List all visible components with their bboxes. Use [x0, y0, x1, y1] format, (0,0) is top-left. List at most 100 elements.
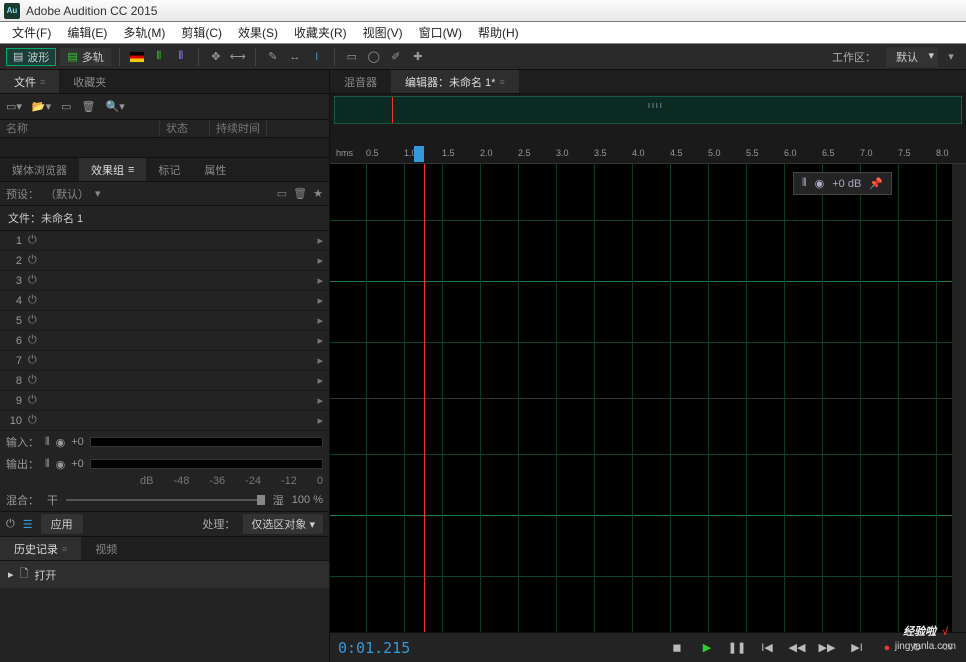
power-icon[interactable]: ⏻ [28, 314, 37, 327]
col-duration[interactable]: 持续时间 [210, 120, 267, 137]
history-item[interactable]: ▸ 🗋 打开 [0, 561, 329, 588]
pause-button[interactable]: ❚❚ [726, 638, 748, 658]
list-icon[interactable]: ☰ [23, 518, 33, 531]
process-dropdown[interactable]: 仅选区对象 ▾ [243, 514, 323, 534]
multitrack-mode-button[interactable]: ▤ 多轨 [60, 48, 110, 66]
chevron-right-icon[interactable]: ▸ [317, 354, 323, 367]
fx-slot[interactable]: 2⏻▸ [0, 251, 329, 271]
move-tool-icon[interactable]: ✥ [207, 48, 225, 66]
spectral-pitch-icon[interactable]: ⫴ [172, 48, 190, 66]
power-icon[interactable]: ⏻ [28, 234, 37, 247]
tab-editor[interactable]: 编辑器：未命名 1*≡ [391, 70, 519, 93]
chevron-right-icon[interactable]: ▸ [317, 334, 323, 347]
menu-effects[interactable]: 效果(S) [230, 24, 286, 41]
input-value[interactable]: +0 [71, 436, 84, 448]
output-value[interactable]: +0 [71, 458, 84, 470]
skip-selection-button[interactable]: ⤼ [936, 638, 958, 658]
menu-edit[interactable]: 编辑(E) [59, 24, 115, 41]
tab-video[interactable]: 视频 [81, 537, 131, 560]
overview-strip[interactable]: IIII [334, 96, 962, 124]
tab-properties[interactable]: 属性 [192, 158, 238, 181]
power-icon[interactable]: ⏻ [28, 394, 37, 407]
power-icon[interactable]: ⏻ [6, 518, 15, 531]
heal-tool-icon[interactable]: ✚ [409, 48, 427, 66]
tab-media-browser[interactable]: 媒体浏览器 [0, 158, 79, 181]
menu-help[interactable]: 帮助(H) [470, 24, 527, 41]
menu-clip[interactable]: 剪辑(C) [173, 24, 230, 41]
record-button[interactable]: ● [876, 638, 898, 658]
power-icon[interactable]: ⏻ [28, 274, 37, 287]
time-select-icon[interactable]: I [308, 48, 326, 66]
flag-de-icon[interactable] [128, 48, 146, 66]
favorite-icon[interactable]: ★ [313, 187, 323, 200]
record-icon[interactable]: ▭ [61, 100, 71, 113]
power-icon[interactable]: ⏻ [28, 354, 37, 367]
playhead-icon[interactable] [414, 146, 424, 162]
fx-slot[interactable]: 6⏻▸ [0, 331, 329, 351]
marquee-tool-icon[interactable]: ▭ [343, 48, 361, 66]
chevron-right-icon[interactable]: ▸ [317, 394, 323, 407]
fx-slot[interactable]: 10⏻▸ [0, 411, 329, 431]
waveform-display[interactable]: for(let i=0;i<17;i++)document.write('<di… [330, 164, 952, 632]
open-file-icon[interactable]: 📂▾ [32, 100, 51, 113]
slip-tool-icon[interactable]: ↔ [286, 48, 304, 66]
preset-dropdown[interactable]: （默认） [45, 186, 89, 202]
chevron-right-icon[interactable]: ▸ [317, 414, 323, 427]
fx-slot[interactable]: 1⏻▸ [0, 231, 329, 251]
panel-menu-icon[interactable]: ▾ [942, 48, 960, 66]
lasso-tool-icon[interactable]: ◯ [365, 48, 383, 66]
tab-effects-rack[interactable]: 效果组≡ [79, 158, 146, 181]
power-icon[interactable]: ⏻ [28, 374, 37, 387]
delete-preset-icon[interactable]: 🗑 [293, 187, 307, 200]
chevron-right-icon[interactable]: ▸ [317, 254, 323, 267]
col-status[interactable]: 状态 [160, 120, 210, 137]
chevron-right-icon[interactable]: ▸ [317, 274, 323, 287]
play-button[interactable]: ▶ [696, 638, 718, 658]
power-icon[interactable]: ⏻ [28, 334, 37, 347]
menu-multitrack[interactable]: 多轨(M) [115, 24, 173, 41]
brush-tool-icon[interactable]: ✐ [387, 48, 405, 66]
save-preset-icon[interactable]: ▭ [277, 187, 287, 200]
power-icon[interactable]: ⏻ [28, 414, 37, 427]
fx-slot[interactable]: 3⏻▸ [0, 271, 329, 291]
fx-slot[interactable]: 4⏻▸ [0, 291, 329, 311]
fx-slot[interactable]: 5⏻▸ [0, 311, 329, 331]
tab-history[interactable]: 历史记录≡ [0, 537, 81, 560]
chevron-right-icon[interactable]: ▸ [317, 374, 323, 387]
go-start-button[interactable]: I◀ [756, 638, 778, 658]
tab-markers[interactable]: 标记 [146, 158, 192, 181]
tab-files[interactable]: 文件≡ [0, 70, 59, 93]
spectral-freq-icon[interactable]: ⫴ [150, 48, 168, 66]
pin-icon[interactable]: 📌 [869, 177, 883, 190]
mix-value[interactable]: 100 % [292, 494, 323, 506]
fx-slot[interactable]: 9⏻▸ [0, 391, 329, 411]
vertical-scrollbar[interactable] [952, 164, 966, 632]
tab-favorites[interactable]: 收藏夹 [59, 70, 120, 93]
search-icon[interactable]: 🔍▾ [106, 100, 125, 113]
menu-file[interactable]: 文件(F) [4, 24, 59, 41]
dropdown-icon[interactable]: ▾ [95, 187, 101, 200]
waveform-mode-button[interactable]: ▤ 波形 [6, 48, 56, 66]
knob-icon[interactable]: ◉ [56, 436, 66, 449]
apply-button[interactable]: 应用 [41, 514, 83, 534]
hud-db-value[interactable]: +0 dB [832, 178, 861, 190]
tab-mixer[interactable]: 混音器 [330, 70, 391, 93]
workspace-dropdown[interactable]: 默认 [886, 47, 938, 67]
fx-slot[interactable]: 7⏻▸ [0, 351, 329, 371]
knob-icon[interactable]: ◉ [815, 177, 825, 190]
power-icon[interactable]: ⏻ [28, 254, 37, 267]
menu-window[interactable]: 窗口(W) [411, 24, 470, 41]
menu-favorites[interactable]: 收藏夹(R) [286, 24, 355, 41]
mix-slider[interactable] [66, 499, 265, 501]
col-name[interactable]: 名称 [0, 120, 160, 137]
go-end-button[interactable]: ▶I [846, 638, 868, 658]
new-file-icon[interactable]: ▭▾ [6, 100, 22, 113]
timecode-display[interactable]: 0:01.215 [338, 639, 410, 657]
chevron-right-icon[interactable]: ▸ [317, 314, 323, 327]
forward-button[interactable]: ▶▶ [816, 638, 838, 658]
loop-button[interactable]: ↻ [906, 638, 928, 658]
menu-view[interactable]: 视图(V) [355, 24, 411, 41]
power-icon[interactable]: ⏻ [28, 294, 37, 307]
fit-tool-icon[interactable]: ⟷ [229, 48, 247, 66]
volume-hud[interactable]: ⫴ ◉ +0 dB 📌 [793, 172, 892, 195]
